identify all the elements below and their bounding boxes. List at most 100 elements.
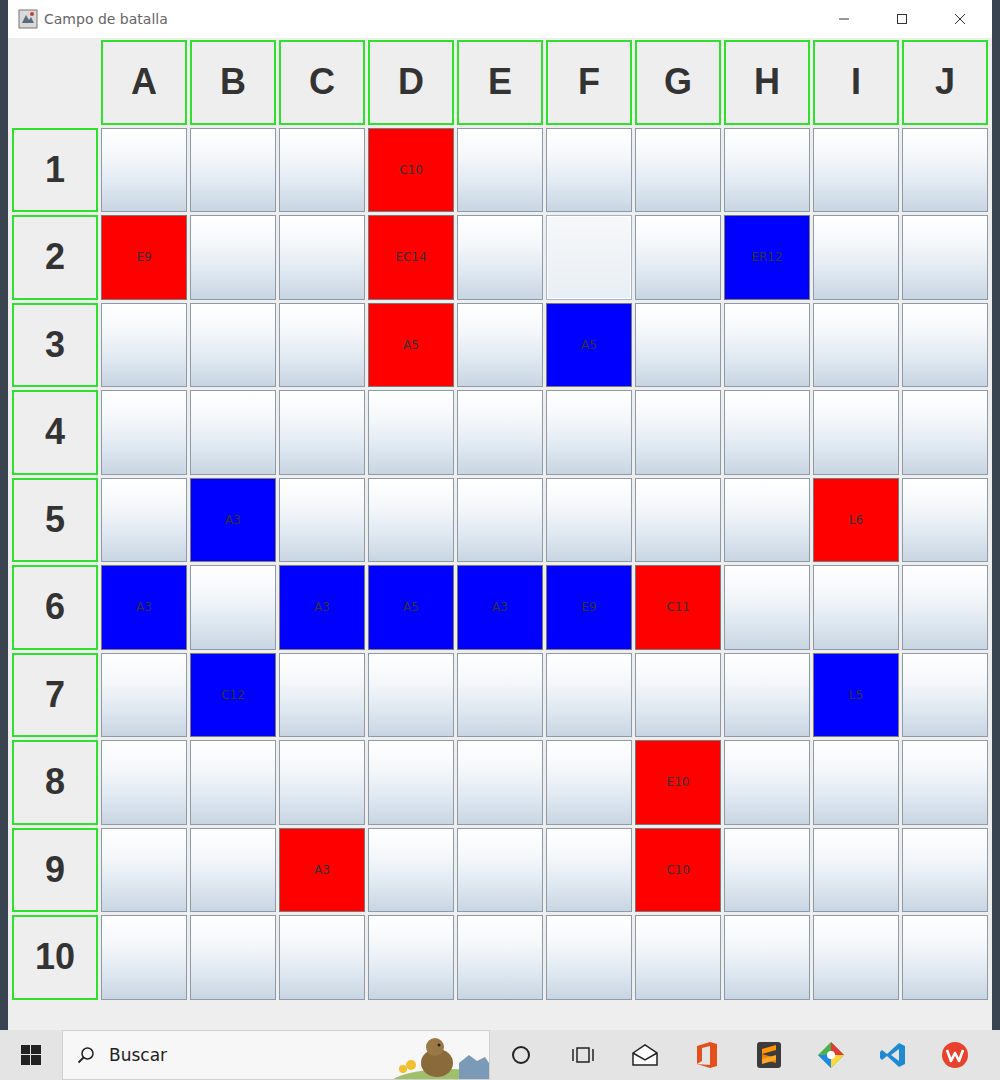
board-cell[interactable] [101, 915, 187, 1000]
maximize-button[interactable] [873, 0, 931, 38]
board-cell[interactable] [546, 828, 632, 913]
board-cell[interactable] [190, 303, 276, 388]
vscode-button[interactable] [862, 1030, 924, 1080]
board-cell[interactable] [724, 390, 810, 475]
start-button[interactable] [0, 1030, 62, 1080]
board-cell[interactable] [902, 390, 988, 475]
board-cell[interactable] [368, 828, 454, 913]
board-cell[interactable] [635, 653, 721, 738]
cortana-button[interactable] [490, 1030, 552, 1080]
minimize-button[interactable] [815, 0, 873, 38]
board-cell[interactable]: L6 [813, 478, 899, 563]
board-cell[interactable] [902, 653, 988, 738]
board-cell[interactable]: ER12 [724, 215, 810, 300]
board-cell[interactable] [457, 303, 543, 388]
board-cell[interactable] [902, 565, 988, 650]
board-cell[interactable] [635, 390, 721, 475]
board-cell[interactable] [457, 478, 543, 563]
board-cell[interactable]: C10 [368, 128, 454, 213]
board-cell[interactable] [101, 740, 187, 825]
office-button[interactable] [676, 1030, 738, 1080]
board-cell[interactable] [457, 653, 543, 738]
board-cell[interactable] [457, 128, 543, 213]
board-cell[interactable] [101, 478, 187, 563]
board-cell[interactable]: C11 [635, 565, 721, 650]
board-cell[interactable] [635, 478, 721, 563]
board-cell[interactable] [813, 915, 899, 1000]
title-bar[interactable]: Campo de batalla [8, 0, 992, 38]
board-cell[interactable] [279, 740, 365, 825]
board-cell[interactable] [724, 303, 810, 388]
board-cell[interactable]: C12 [190, 653, 276, 738]
board-cell[interactable]: A5 [546, 303, 632, 388]
board-cell[interactable] [546, 390, 632, 475]
board-cell[interactable] [368, 915, 454, 1000]
board-cell[interactable] [368, 478, 454, 563]
board-cell[interactable] [457, 390, 543, 475]
board-cell[interactable] [546, 915, 632, 1000]
board-cell[interactable] [724, 565, 810, 650]
board-cell[interactable] [902, 215, 988, 300]
board-cell[interactable] [101, 303, 187, 388]
board-cell[interactable]: EC14 [368, 215, 454, 300]
board-cell[interactable]: L5 [813, 653, 899, 738]
board-cell[interactable]: A5 [368, 565, 454, 650]
board-cell[interactable] [279, 390, 365, 475]
board-cell[interactable] [546, 653, 632, 738]
git-client-button[interactable] [800, 1030, 862, 1080]
board-cell[interactable] [813, 828, 899, 913]
board-cell[interactable] [813, 390, 899, 475]
board-cell[interactable] [724, 478, 810, 563]
board-cell[interactable] [279, 915, 365, 1000]
board-cell[interactable] [190, 740, 276, 825]
board-cell[interactable] [190, 828, 276, 913]
board-cell[interactable] [635, 128, 721, 213]
board-cell[interactable] [902, 478, 988, 563]
board-cell[interactable] [279, 303, 365, 388]
board-cell[interactable] [101, 828, 187, 913]
board-cell[interactable] [902, 915, 988, 1000]
mail-button[interactable] [614, 1030, 676, 1080]
board-cell[interactable]: A3 [457, 565, 543, 650]
board-cell[interactable]: E9 [101, 215, 187, 300]
board-cell[interactable] [724, 915, 810, 1000]
board-cell[interactable] [635, 215, 721, 300]
board-cell[interactable]: A3 [190, 478, 276, 563]
search-box[interactable]: Buscar [62, 1030, 490, 1080]
board-cell[interactable]: A3 [279, 565, 365, 650]
board-cell[interactable] [190, 565, 276, 650]
board-cell[interactable] [190, 128, 276, 213]
board-cell[interactable] [813, 565, 899, 650]
board-cell[interactable] [724, 128, 810, 213]
board-cell[interactable] [546, 740, 632, 825]
board-cell[interactable] [724, 653, 810, 738]
board-cell[interactable] [546, 478, 632, 563]
board-cell[interactable] [457, 740, 543, 825]
board-cell[interactable] [902, 828, 988, 913]
board-cell[interactable]: E10 [635, 740, 721, 825]
board-cell[interactable] [813, 128, 899, 213]
board-cell[interactable] [546, 215, 632, 300]
task-view-button[interactable] [552, 1030, 614, 1080]
board-cell[interactable] [190, 915, 276, 1000]
close-button[interactable] [931, 0, 989, 38]
board-cell[interactable]: E9 [546, 565, 632, 650]
board-cell[interactable] [546, 128, 632, 213]
board-cell[interactable] [368, 740, 454, 825]
board-cell[interactable] [813, 303, 899, 388]
board-cell[interactable]: A3 [101, 565, 187, 650]
board-cell[interactable] [101, 653, 187, 738]
board-cell[interactable] [279, 478, 365, 563]
board-cell[interactable] [902, 128, 988, 213]
board-cell[interactable] [190, 215, 276, 300]
board-cell[interactable] [635, 915, 721, 1000]
sublime-button[interactable] [738, 1030, 800, 1080]
board-cell[interactable] [101, 390, 187, 475]
board-cell[interactable] [279, 653, 365, 738]
board-cell[interactable] [190, 390, 276, 475]
board-cell[interactable] [724, 828, 810, 913]
board-cell[interactable] [457, 828, 543, 913]
board-cell[interactable] [724, 740, 810, 825]
board-cell[interactable] [101, 128, 187, 213]
board-cell[interactable] [902, 740, 988, 825]
